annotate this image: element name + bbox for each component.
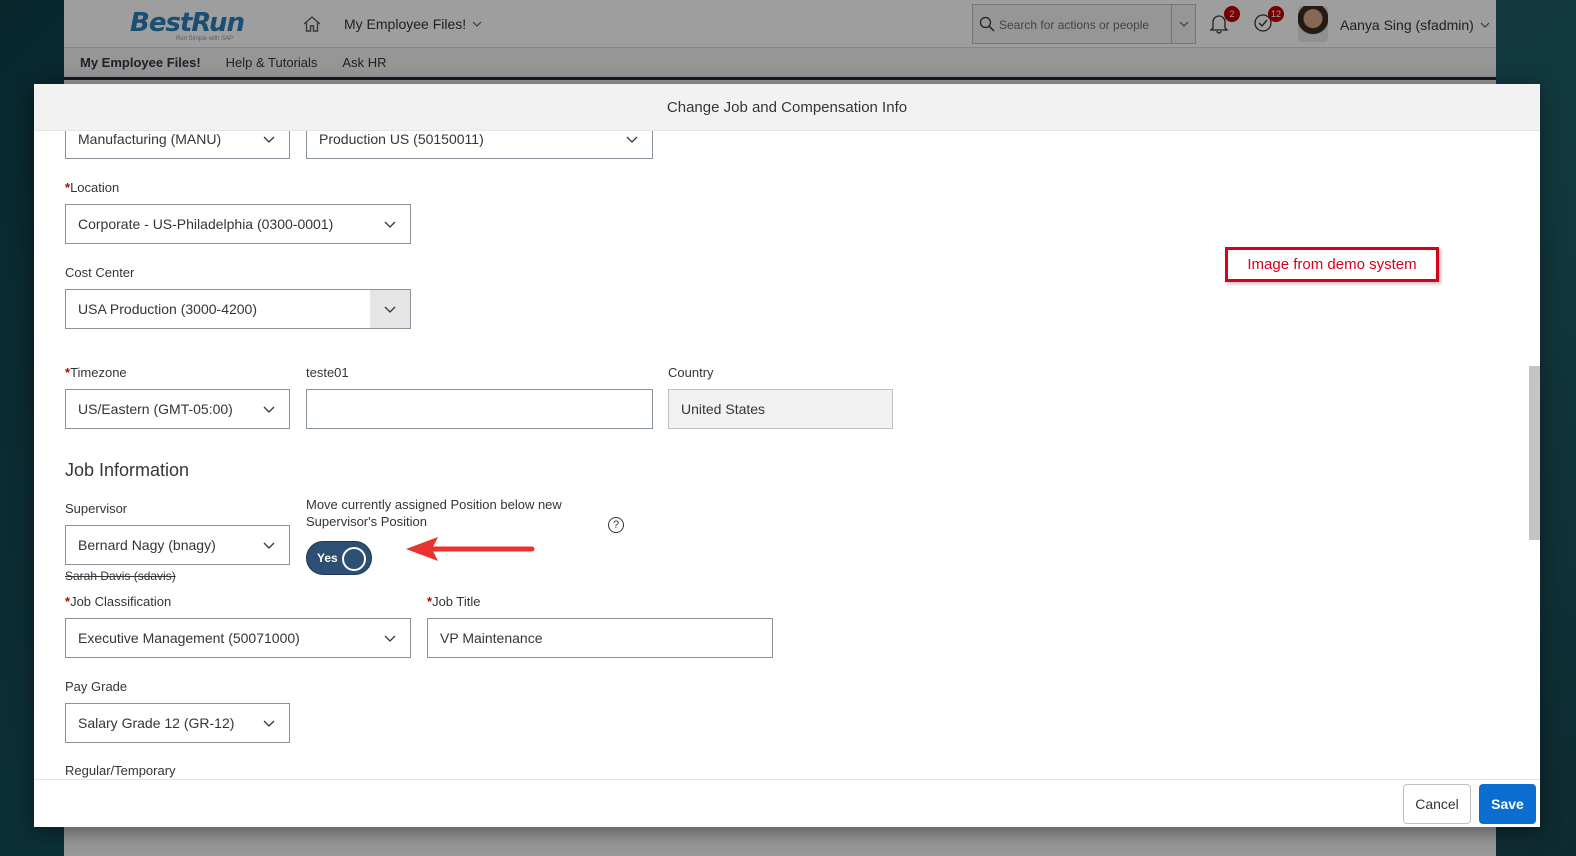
cancel-button[interactable]: Cancel [1403, 784, 1471, 824]
location-value: Corporate - US-Philadelphia (0300-0001) [78, 216, 334, 232]
demo-system-note: Image from demo system [1225, 247, 1439, 282]
job-title-value: VP Maintenance [440, 630, 543, 646]
dialog-header: Change Job and Compensation Info [34, 84, 1540, 131]
chevron-down-icon [249, 704, 289, 742]
chevron-down-icon[interactable] [370, 290, 410, 328]
department-select[interactable]: Production US (50150011) [306, 131, 653, 159]
timezone-select[interactable]: US/Eastern (GMT-05:00) [65, 389, 290, 429]
move-position-label: Move currently assigned Position below n… [306, 496, 562, 530]
location-label-text: Location [70, 180, 120, 195]
country-value: United States [681, 401, 766, 417]
help-icon[interactable]: ? [608, 517, 624, 533]
job-title-label: *Job Title [427, 594, 480, 609]
location-label: *Location [65, 180, 119, 195]
country-label: Country [668, 365, 714, 380]
chevron-down-icon [370, 619, 410, 657]
pay-grade-value: Salary Grade 12 (GR-12) [78, 715, 235, 731]
dialog-body[interactable]: Manufacturing (MANU) Production US (5015… [34, 131, 1540, 780]
chevron-down-icon [249, 131, 289, 158]
division-value: Manufacturing (MANU) [78, 131, 222, 147]
location-select[interactable]: Corporate - US-Philadelphia (0300-0001) [65, 204, 411, 244]
job-information-title: Job Information [65, 460, 190, 480]
timezone-label-text: Timezone [70, 365, 127, 380]
previous-supervisor: Sarah Davis (sdavis) [65, 569, 176, 583]
job-classification-value: Executive Management (50071000) [78, 630, 300, 646]
pay-grade-select[interactable]: Salary Grade 12 (GR-12) [65, 703, 290, 743]
pay-grade-label: Pay Grade [65, 679, 128, 694]
cost-center-select[interactable]: USA Production (3000-4200) [65, 289, 411, 329]
department-value: Production US (50150011) [319, 131, 484, 147]
country-field: United States [668, 389, 893, 429]
supervisor-label: Supervisor [65, 501, 128, 516]
save-button[interactable]: Save [1479, 784, 1536, 824]
supervisor-select[interactable]: Bernard Nagy (bnagy) [65, 525, 290, 565]
regular-temporary-label: Regular/Temporary [65, 763, 176, 778]
job-title-label-text: Job Title [432, 594, 481, 609]
change-job-dialog: Change Job and Compensation Info Manufac… [34, 84, 1540, 827]
move-position-label-line1: Move currently assigned Position below n… [306, 497, 562, 512]
move-position-label-line2: Supervisor's Position [306, 514, 427, 529]
job-title-input[interactable]: VP Maintenance [427, 618, 773, 658]
cost-center-value: USA Production (3000-4200) [78, 301, 257, 317]
toggle-knob [342, 547, 366, 571]
division-select[interactable]: Manufacturing (MANU) [65, 131, 290, 159]
teste01-label: teste01 [306, 365, 349, 380]
scrollbar-thumb[interactable] [1529, 366, 1540, 540]
timezone-value: US/Eastern (GMT-05:00) [78, 401, 233, 417]
red-arrow-annotation [406, 537, 535, 561]
dialog-footer: Cancel Save [34, 779, 1540, 827]
job-classification-label-text: Job Classification [70, 594, 172, 609]
chevron-down-icon [249, 390, 289, 428]
teste01-input[interactable] [306, 389, 653, 429]
timezone-label: *Timezone [65, 365, 127, 380]
dialog-title: Change Job and Compensation Info [666, 98, 908, 116]
supervisor-value: Bernard Nagy (bnagy) [78, 537, 216, 553]
cost-center-label: Cost Center [65, 265, 135, 280]
move-position-toggle[interactable]: Yes [306, 541, 372, 575]
toggle-state-label: Yes [317, 551, 338, 565]
chevron-down-icon [249, 526, 289, 564]
job-classification-label: *Job Classification [65, 594, 171, 609]
chevron-down-icon [612, 131, 652, 158]
job-classification-select[interactable]: Executive Management (50071000) [65, 618, 411, 658]
chevron-down-icon [370, 205, 410, 243]
